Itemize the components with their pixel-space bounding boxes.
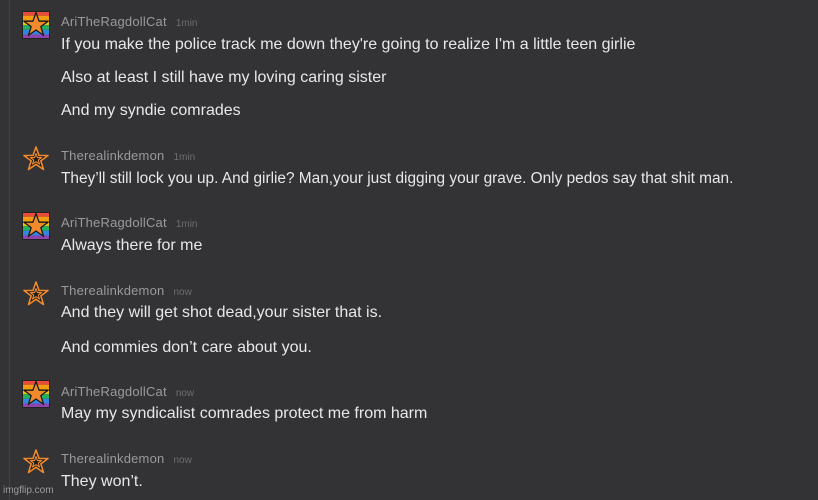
- avatar[interactable]: [22, 145, 50, 173]
- message-text: And my syndie comrades: [61, 102, 241, 119]
- message-text: May my syndicalist comrades protect me f…: [61, 405, 428, 422]
- timestamp: 1min: [175, 18, 198, 29]
- divider: [9, 0, 10, 500]
- message-text: And they will get shot dead,your sister …: [61, 304, 383, 321]
- message-text: Always there for me: [61, 237, 203, 254]
- timestamp: 1min: [173, 152, 196, 163]
- message-header: AriTheRagdollCat now: [61, 384, 194, 400]
- avatar[interactable]: [22, 380, 50, 408]
- message-header: Therealinkdemon now: [61, 283, 192, 299]
- username[interactable]: AriTheRagdollCat: [61, 14, 167, 29]
- message-header: AriTheRagdollCat 1min: [61, 215, 198, 231]
- username[interactable]: Therealinkdemon: [61, 148, 164, 163]
- chat-transcript: AriTheRagdollCat 1min If you make the pol…: [0, 0, 818, 500]
- avatar[interactable]: [22, 280, 50, 308]
- message-text: If you make the police track me down the…: [61, 36, 636, 53]
- message-text: They’ll still lock you up. And girlie? M…: [61, 170, 734, 187]
- pride-star-icon: [22, 212, 50, 240]
- message-header: Therealinkdemon 1min: [61, 148, 195, 164]
- outline-star-icon: [23, 146, 49, 171]
- pride-star-icon: [22, 380, 50, 408]
- username[interactable]: AriTheRagdollCat: [61, 384, 167, 399]
- username[interactable]: Therealinkdemon: [61, 283, 164, 298]
- pride-star-icon: [22, 11, 50, 39]
- message-header: Therealinkdemon now: [61, 451, 192, 467]
- message-text: They won’t.: [61, 473, 143, 490]
- message-text: Also at least I still have my loving car…: [61, 69, 387, 86]
- avatar[interactable]: [22, 212, 50, 240]
- timestamp: now: [173, 287, 192, 298]
- outline-star-icon: [23, 449, 49, 474]
- message-text: And commies don’t care about you.: [61, 339, 312, 356]
- timestamp: now: [175, 388, 195, 399]
- username[interactable]: AriTheRagdollCat: [61, 215, 167, 230]
- avatar[interactable]: [22, 11, 50, 39]
- username[interactable]: Therealinkdemon: [61, 451, 164, 466]
- timestamp: now: [173, 455, 192, 466]
- message-header: AriTheRagdollCat 1min: [61, 14, 198, 30]
- avatar[interactable]: [22, 448, 50, 476]
- timestamp: 1min: [175, 219, 198, 230]
- outline-star-icon: [23, 281, 49, 306]
- watermark: imgflip.com: [3, 485, 54, 496]
